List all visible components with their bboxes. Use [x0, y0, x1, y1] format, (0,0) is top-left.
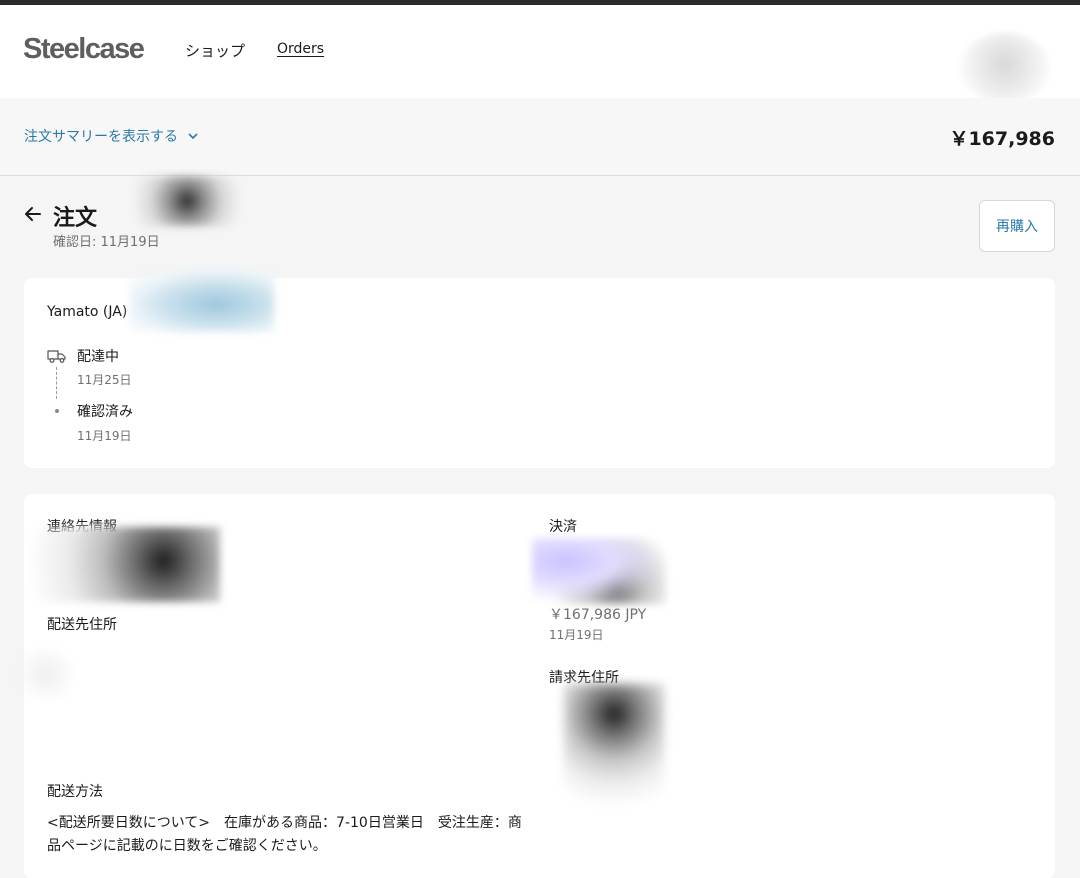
steelcase-logo[interactable]: Steelcase — [23, 33, 145, 66]
nav-orders-link[interactable]: Orders — [277, 41, 324, 57]
payment-date: 11月19日 — [549, 628, 604, 642]
chevron-down-icon — [188, 132, 198, 139]
page-title: 注文 — [53, 206, 98, 231]
dot-icon — [55, 409, 59, 413]
truck-icon — [47, 350, 66, 363]
site-header: Steelcase ショップ Orders — [0, 5, 1080, 103]
timeline-step-label: 配達中 — [77, 349, 119, 365]
timeline-connector — [56, 367, 57, 399]
payment-amount: ￥167,986 JPY — [549, 607, 647, 623]
payment-method-redacted — [532, 538, 666, 604]
shipping-address-heading: 配送先住所 — [47, 617, 117, 633]
timeline-step-label: 確認済み — [77, 404, 133, 420]
account-avatar[interactable] — [960, 33, 1050, 103]
timeline-step-date: 11月25日 — [77, 373, 132, 387]
back-arrow-icon[interactable] — [23, 204, 43, 224]
show-order-summary-toggle[interactable]: 注文サマリーを表示する — [24, 126, 198, 146]
nav-shop-link[interactable]: ショップ — [185, 40, 245, 61]
billing-address-redacted — [564, 684, 664, 804]
shipment-tracking-card: Yamato (JA) 配達中 11月25日 確認済み 11月19日 — [24, 270, 1055, 468]
rebuy-button[interactable]: 再購入 — [979, 200, 1055, 252]
order-summary-bar: 注文サマリーを表示する ￥167,986 — [0, 98, 1080, 176]
shipping-method-heading: 配送方法 — [47, 784, 103, 800]
order-number-redacted — [128, 176, 246, 226]
timeline-step-date: 11月19日 — [77, 429, 132, 443]
order-details-card: 連絡先情報 配送先住所 配送方法 <配送所要日数について> 在庫がある商品：7-… — [16, 494, 1055, 878]
tracking-number-redacted[interactable] — [129, 270, 274, 332]
shipping-address-redacted — [16, 649, 76, 699]
contact-info-redacted — [18, 527, 220, 602]
payment-heading: 決済 — [549, 519, 577, 535]
summary-toggle-label: 注文サマリーを表示する — [24, 129, 178, 145]
carrier-name: Yamato (JA) — [47, 304, 128, 320]
order-heading: 注文 確認日: 11月19日 再購入 — [0, 176, 1080, 276]
order-total: ￥167,986 — [949, 128, 1055, 150]
order-confirmed-date: 確認日: 11月19日 — [53, 235, 160, 250]
shipping-method-text: <配送所要日数について> 在庫がある商品：7-10日営業日 受注生産：商品ページ… — [47, 815, 522, 854]
